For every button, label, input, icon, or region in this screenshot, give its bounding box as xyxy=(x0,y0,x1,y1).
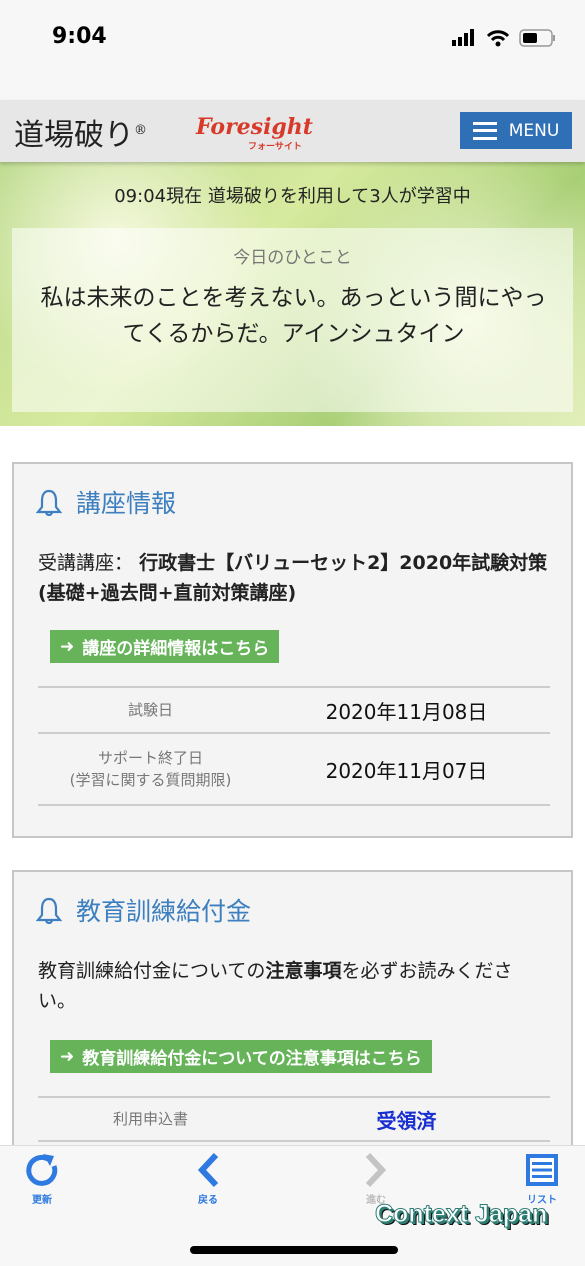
bell-icon xyxy=(36,897,62,924)
logo-text: 道場破り xyxy=(14,118,134,153)
list-icon xyxy=(526,1154,558,1186)
exam-date-value: 2020年11月08日 xyxy=(325,699,488,724)
chevron-right-icon xyxy=(365,1152,387,1188)
bell-icon xyxy=(36,489,62,516)
back-button[interactable]: 戻る xyxy=(178,1152,238,1206)
support-end-value: 2020年11月07日 xyxy=(325,758,488,783)
course-detail-link[interactable]: ➜ 講座の詳細情報はこちら xyxy=(50,630,280,663)
application-status: 受領済 xyxy=(376,1108,437,1133)
grant-notice-link-label: 教育訓練給付金についての注意事項はこちら xyxy=(82,1049,422,1069)
course-card-title: 講座情報 xyxy=(36,484,176,520)
table-row: 利用申込書 受領済 xyxy=(38,1096,550,1142)
menu-label: MENU xyxy=(508,120,560,141)
foresight-logo-sub: フォーサイト xyxy=(248,142,302,152)
refresh-icon xyxy=(26,1154,58,1186)
support-end-label-line1: サポート終了日 xyxy=(97,749,203,767)
arrow-right-icon: ➜ xyxy=(60,636,75,657)
notice-bold: 注意事項 xyxy=(265,960,342,982)
table-row: 試験日 2020年11月08日 xyxy=(38,686,550,732)
quote-title: 今日のひとこと xyxy=(233,248,352,268)
forward-button[interactable]: 進む xyxy=(346,1152,406,1206)
quote-text: 私は未来のことを考えない。あっという間にやってくるからだ。アインシュタイン xyxy=(40,285,547,347)
status-time: 9:04 xyxy=(52,24,107,49)
application-label: 利用申込書 xyxy=(112,1110,188,1128)
refresh-label: 更新 xyxy=(32,1195,52,1206)
status-icons xyxy=(452,29,555,47)
refresh-button[interactable]: 更新 xyxy=(12,1152,72,1206)
grant-notice: 教育訓練給付金についての注意事項を必ずお読みください。 xyxy=(38,956,550,1016)
grant-notice-link[interactable]: ➜ 教育訓練給付金についての注意事項はこちら xyxy=(50,1040,432,1073)
hamburger-icon xyxy=(472,121,497,140)
grant-card-heading: 教育訓練給付金 xyxy=(76,897,252,926)
registered-mark: ® xyxy=(134,123,147,138)
course-info-card: 講座情報 受講講座： 行政書士【バリューセット2】2020年試験対策(基礎+過去… xyxy=(12,462,573,838)
course-dates-table: 試験日 2020年11月08日 サポート終了日 (学習に関する質問期限) 2020年1… xyxy=(38,686,550,806)
course-card-heading: 講座情報 xyxy=(76,489,177,518)
chevron-left-icon xyxy=(197,1152,219,1188)
grant-table: 利用申込書 受領済 xyxy=(38,1096,550,1142)
arrow-right-icon: ➜ xyxy=(60,1046,75,1067)
back-label: 戻る xyxy=(198,1195,218,1206)
grant-card-title: 教育訓練給付金 xyxy=(36,892,251,928)
status-bar xyxy=(0,0,585,100)
course-detail-link-label: 講座の詳細情報はこちら xyxy=(82,639,270,659)
grant-info-card: 教育訓練給付金 教育訓練給付金についての注意事項を必ずお読みください。 ➜ 教育訓… xyxy=(12,870,573,1190)
menu-button[interactable]: MENU xyxy=(460,112,572,149)
online-users-text: 09:04現在 道場破りを利用して3人が学習中 xyxy=(114,186,471,207)
support-end-label: サポート終了日 (学習に関する質問期限) xyxy=(38,747,263,791)
course-name-line: 受講講座： 行政書士【バリューセット2】2020年試験対策(基礎+過去問+直前対… xyxy=(38,548,550,608)
home-indicator[interactable] xyxy=(190,1246,398,1254)
course-label: 受講講座： xyxy=(38,552,134,574)
support-end-label-line2: (学習に関する質問期限) xyxy=(69,771,232,789)
notice-text: 教育訓練給付金についての xyxy=(38,960,266,982)
list-button[interactable]: リスト xyxy=(512,1152,572,1206)
foresight-logo[interactable]: Foresight xyxy=(196,114,313,140)
table-row: サポート終了日 (学習に関する質問期限) 2020年11月07日 xyxy=(38,732,550,804)
dojo-logo[interactable]: 道場破り® xyxy=(14,110,147,154)
watermark: Context Japan xyxy=(374,1200,548,1229)
exam-date-label: 試験日 xyxy=(127,701,173,719)
